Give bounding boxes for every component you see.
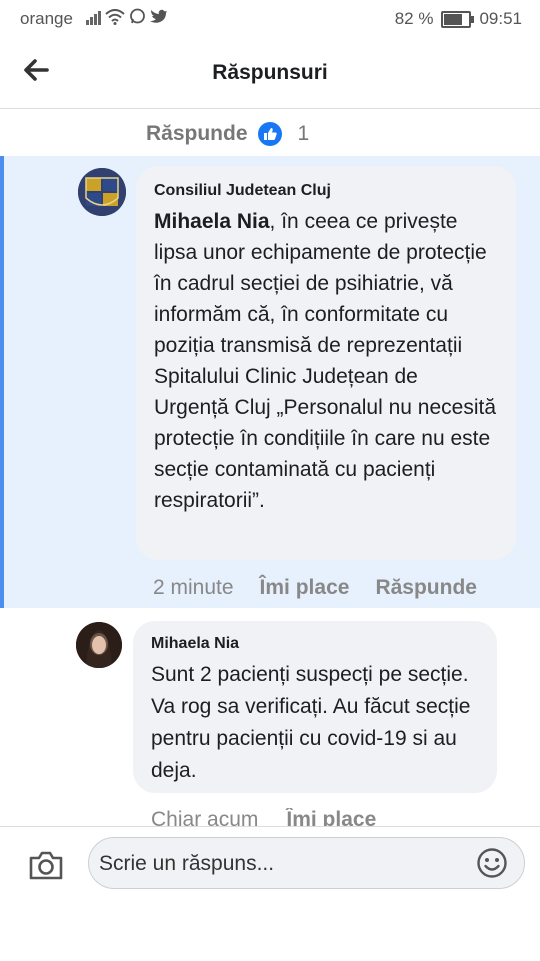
twitter-icon	[150, 9, 167, 23]
comment-meta: 2 minute Îmi place Răspunde	[153, 576, 477, 600]
avatar-mihaela[interactable]	[76, 622, 122, 668]
signal-indicators	[86, 8, 168, 25]
clock: 09:51	[479, 9, 522, 28]
status-bar: orange 82 % 09:51	[0, 0, 540, 36]
comment-author[interactable]: Mihaela Nia	[151, 635, 479, 653]
comment-bubble[interactable]: Consiliul Judetean Cluj Mihaela Nia, în …	[136, 166, 516, 560]
camera-icon[interactable]	[28, 849, 64, 881]
emoji-icon[interactable]	[476, 847, 508, 879]
page-title: Răspunsuri	[212, 61, 328, 84]
like-count: 1	[297, 122, 310, 145]
status-right: 82 % 09:51	[395, 9, 522, 29]
comment-author[interactable]: Consiliul Judetean Cluj	[154, 182, 498, 200]
battery-icon	[441, 10, 475, 28]
reply-composer: Scrie un răspuns...	[0, 826, 540, 961]
like-button[interactable]: Îmi place	[260, 576, 350, 600]
comment-text: Mihaela Nia, în ceea ce privește lipsa u…	[154, 206, 498, 516]
header-bar: Răspunsuri	[0, 36, 540, 109]
mention-link[interactable]: Mihaela Nia	[154, 210, 270, 233]
parent-comment-actions: Răspunde 1	[146, 122, 309, 146]
signal-icon	[86, 9, 101, 25]
like-badge-icon	[257, 122, 282, 146]
reply-input[interactable]: Scrie un răspuns...	[88, 837, 525, 889]
coat-of-arms-icon	[78, 168, 126, 216]
comment-body: , în ceea ce privește lipsa unor echipam…	[154, 210, 497, 512]
comment-text: Sunt 2 pacienți suspecți pe secție. Va r…	[151, 663, 471, 782]
profile-photo-icon	[76, 622, 122, 668]
battery-percent: 82 %	[394, 9, 434, 28]
avatar-consiliul[interactable]	[78, 168, 126, 216]
carrier-name: orange	[20, 9, 73, 28]
comment-timestamp: 2 minute	[153, 576, 234, 599]
whatsapp-icon	[130, 8, 145, 24]
reply-button[interactable]: Răspunde	[146, 122, 248, 146]
reply-button[interactable]: Răspunde	[375, 576, 477, 600]
reply-input-placeholder: Scrie un răspuns...	[99, 852, 275, 875]
wifi-icon	[105, 8, 125, 25]
comment-bubble[interactable]: Mihaela Nia Sunt 2 pacienți suspecți pe …	[133, 621, 497, 793]
